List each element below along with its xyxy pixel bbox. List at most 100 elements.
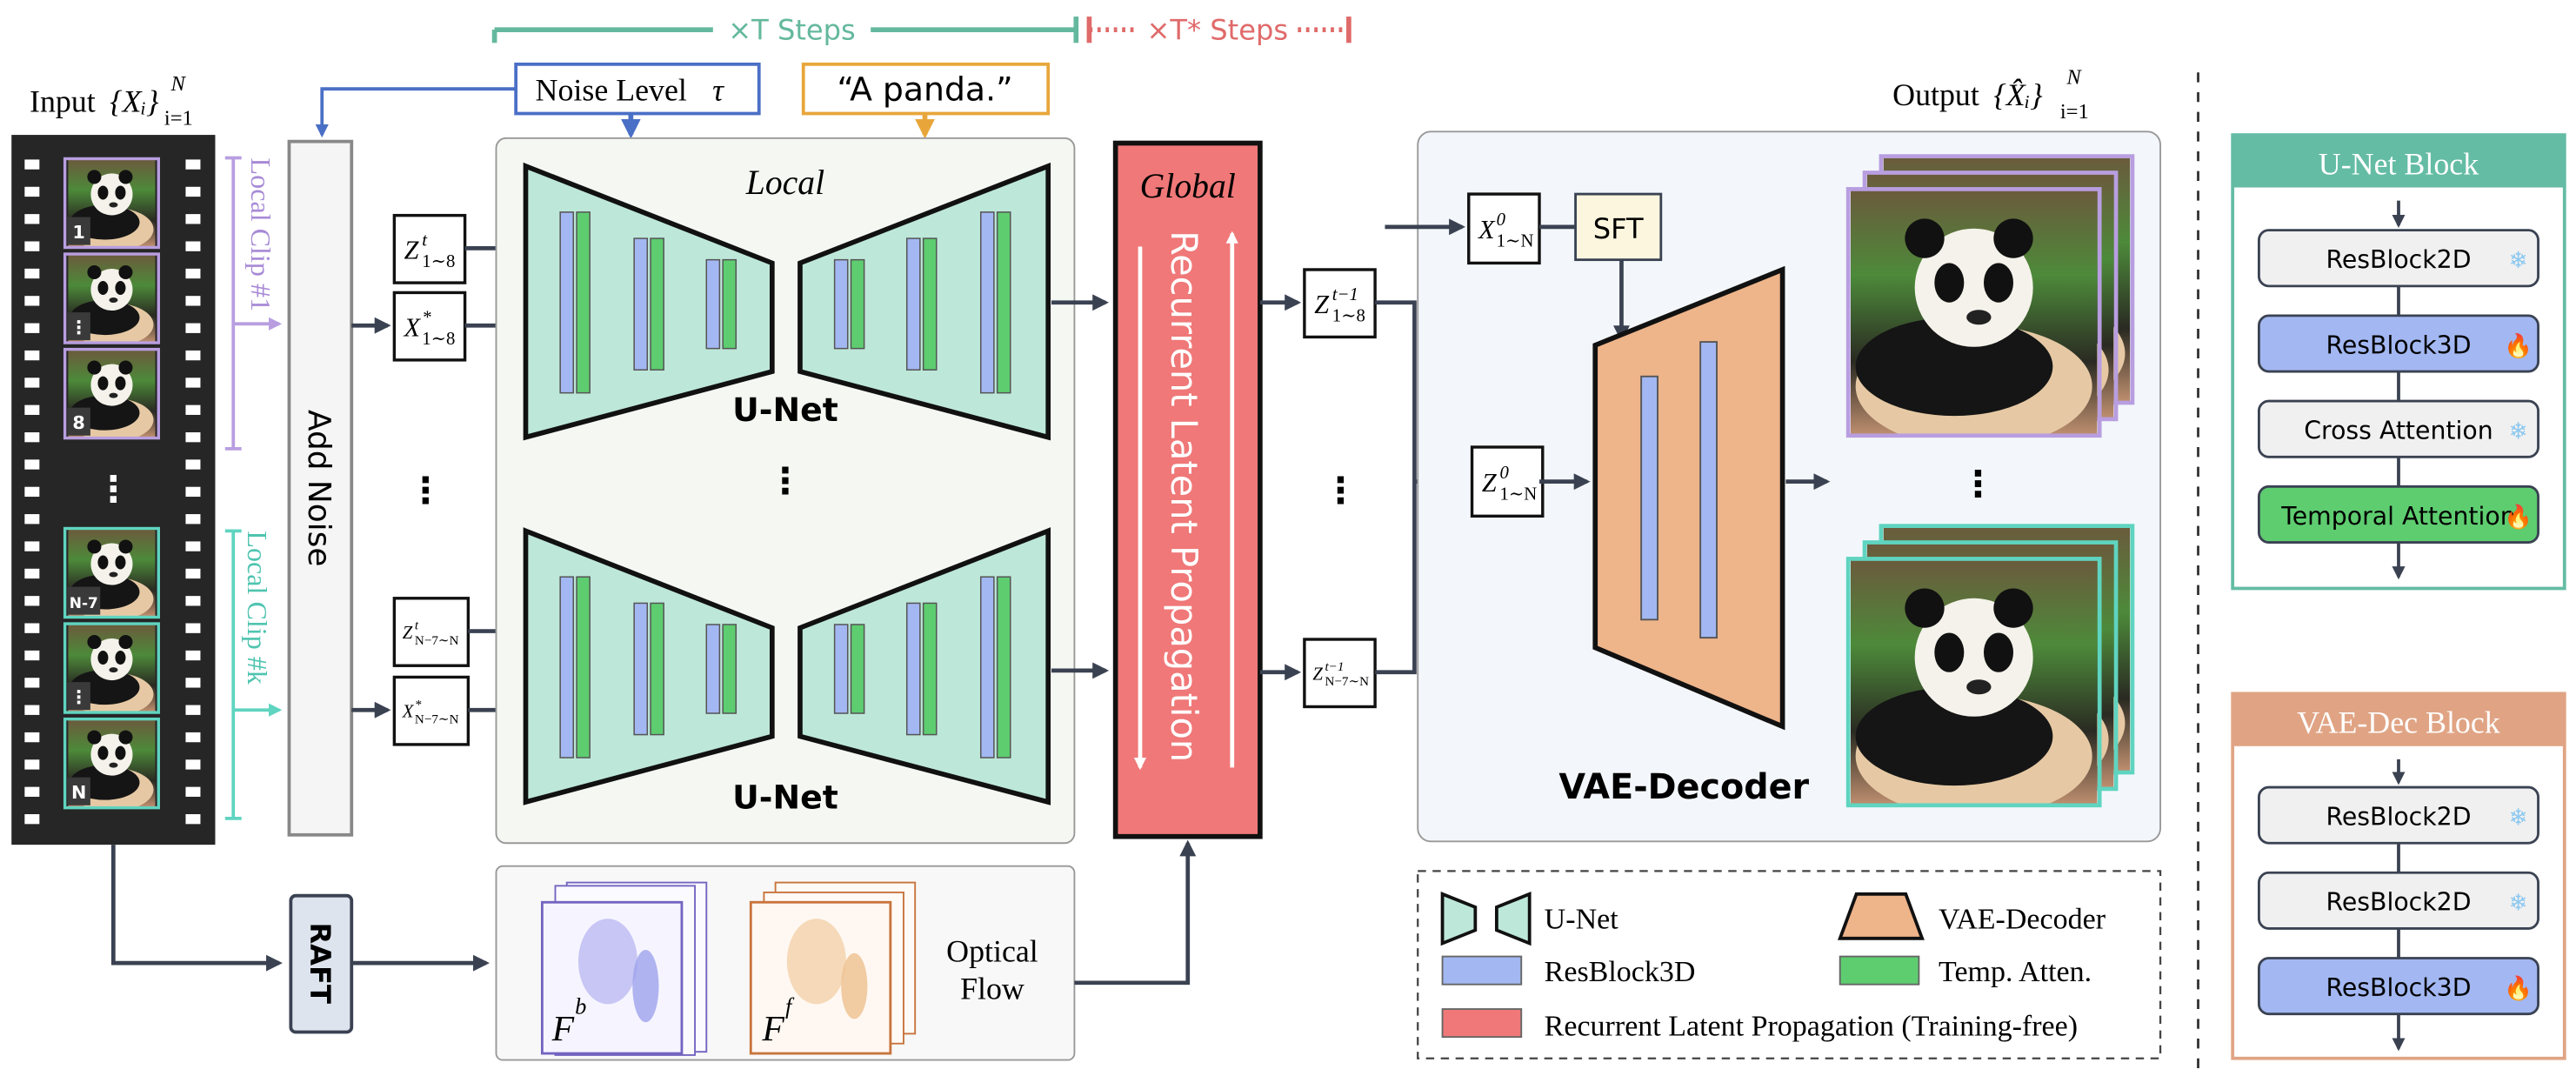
latent-z-t-minus-1-clip-1: Zt−11∼8 [1303,268,1377,339]
temporal-attention-bar [922,602,938,736]
legend-rlp-swatch [1441,1008,1523,1039]
sprocket-hole [185,623,201,633]
sprocket-hole [24,404,40,415]
layer-label: Temporal Attention [2280,502,2515,531]
optical-flow-panel: F b F f Optical Flow [495,865,1076,1061]
input-math: {Xᵢ} [110,84,159,119]
resblock3d-bar [905,237,921,371]
vae-decoder-shape [1592,265,1785,731]
svg-text:*: * [422,307,431,327]
prompt-box: “A panda.” [801,62,1051,139]
fire-icon: 🔥 [2504,504,2533,531]
input-sup: N [170,72,186,96]
unet-label: U-Net [732,779,838,817]
unet-ellipsis: ⋮ [767,459,804,502]
backward-flow-stack: F b [540,881,708,1056]
resblock3d-bar [979,576,995,759]
svg-text:N−7∼N: N−7∼N [1325,675,1369,689]
svg-text:t−1: t−1 [1332,284,1358,304]
sprocket-hole [185,431,201,443]
sprocket-hole [185,323,201,333]
sprocket-hole [185,568,201,579]
sprocket-hole [24,323,40,333]
output-latents-ellipsis: ⋮ [1323,469,1359,511]
sft-label: SFT [1593,212,1644,245]
local-clip-1-bracket: Local Clip #1 [224,156,283,451]
temporal-attention-bar [576,576,591,759]
sprocket-hole [185,514,201,525]
sprocket-hole [24,459,40,470]
sprocket-hole [24,623,40,633]
sprocket-hole [185,650,201,661]
noise-level-symbol: τ [712,72,724,107]
resblock3d-bar [833,258,849,350]
sprocket-hole [185,350,201,361]
sprocket-hole [185,241,201,251]
snowflake-icon: ❄ [2509,418,2528,445]
svg-text:X: X [1478,215,1496,244]
latent-z-t-clip-1: Zt1∼8 [392,213,467,284]
frame-index-badge: 8 [72,412,84,433]
frame-index-badge: 1 [72,222,84,243]
vae-resblock3d [1699,341,1718,639]
sprocket-hole [24,214,40,224]
svg-text:1∼8: 1∼8 [422,329,455,349]
sprocket-hole [24,786,40,797]
sprocket-hole [24,431,40,443]
svg-text:Z: Z [1314,290,1330,319]
sprocket-hole [185,159,201,170]
output-frame-stack [1845,154,2135,438]
output-frame [1850,189,2098,436]
sprocket-hole [24,541,40,551]
sprocket-hole [185,732,201,743]
legend-temp-atten-swatch [1839,955,1920,986]
resblock3d-bar [905,602,921,736]
legend-unet-label: U-Net [1545,903,1619,935]
sprocket-hole [24,186,40,197]
sprocket-hole [185,596,201,606]
temporal-attention-bar [850,258,865,350]
latents-ellipsis: ⋮ [407,469,444,511]
block-layer: Cross Attention ❄ [2258,399,2539,458]
sprocket-hole [24,296,40,306]
output-sub: i=1 [2060,100,2089,124]
raft-block: RAFT [289,893,354,1034]
add-noise-block: Add Noise [287,139,354,837]
t-star-steps-label: ×T* Steps [1146,14,1288,47]
layer-label: Cross Attention [2304,417,2493,445]
temporal-attention-bar [922,237,938,371]
sprocket-hole [24,514,40,525]
sprocket-hole [24,678,40,688]
sprocket-hole [24,241,40,251]
svg-text:1∼8: 1∼8 [422,251,455,271]
latent-x-star-clip-1: X *1∼8 [392,291,467,362]
svg-text:Z: Z [403,623,413,643]
t-steps-label: ×T Steps [728,14,856,47]
snowflake-icon: ❄ [2509,890,2528,917]
svg-text:Z: Z [404,236,420,265]
output-frame [1850,558,2098,805]
sprocket-hole [24,350,40,361]
temporal-attention-bar [996,211,1011,394]
unet-block-panel: U-Net Block ResBlock2D ❄ ResBlock3D 🔥 Cross A… [2231,133,2566,591]
input-title: Input {Xᵢ} N i=1 [30,72,193,130]
input-frame: 1 [63,157,160,250]
vae-resblock3d [1640,375,1658,621]
local-clip-1-label: Local Clip #1 [245,158,277,312]
sprocket-hole [24,650,40,661]
sprocket-hole [185,541,201,551]
temporal-attention-bar [850,624,865,714]
optical-flow-label-2: Flow [960,972,1024,1006]
sprocket-hole [24,759,40,770]
merge-line [1375,300,1417,675]
resblock3d-bar [633,602,649,736]
input-filmstrip: 1 ⋮ 8 N-7 ⋮ N ⋮ [11,135,216,845]
legend-temp-atten-label: Temp. Atten. [1939,956,2092,988]
local-clip-k-label: Local Clip #k [242,531,273,685]
layer-label: ResBlock3D [2326,331,2471,359]
sprocket-hole [185,759,201,770]
legend: U-Net VAE-Decoder ResBlock3D Temp. Atten… [1417,870,2162,1059]
svg-text:0: 0 [1497,210,1506,230]
prompt-text: “A panda.” [837,70,1012,108]
local-clip-k-bracket: Local Clip #k [224,529,283,820]
